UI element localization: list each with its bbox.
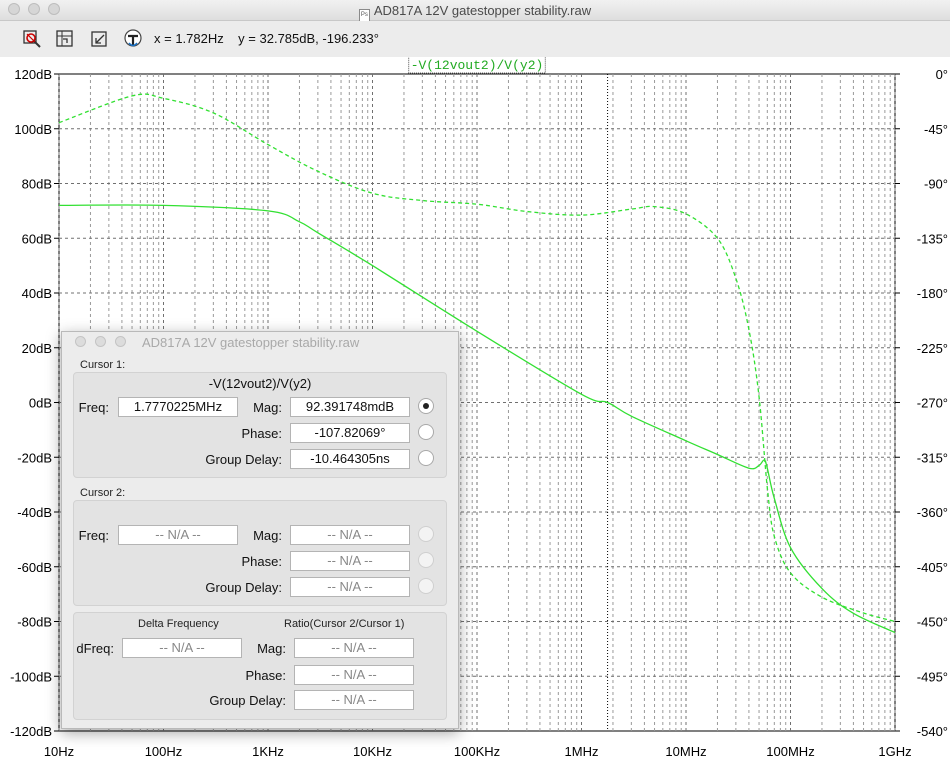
y-tick-label-left: -80dB (17, 615, 52, 630)
y-tick-label-right: -360° (917, 505, 948, 520)
toolbar: x = 1.782Hz y = 32.785dB, -196.233° (0, 21, 950, 57)
cursor1-phase-field[interactable]: -107.82069° (290, 423, 410, 443)
dialog-minimize-button[interactable] (95, 336, 106, 347)
x-tick-label: 1KHz (252, 744, 284, 759)
y-tick-label-right: -315° (917, 450, 948, 465)
cursor-readout: x = 1.782Hz y = 32.785dB, -196.233° (154, 31, 379, 46)
cursor1-group-delay-field[interactable]: -10.464305ns (290, 449, 410, 469)
cursor2-phase-label: Phase: (241, 554, 282, 569)
x-tick-label: 10MHz (665, 744, 706, 759)
y-tick-label-right: 0° (936, 67, 948, 82)
y-tick-label-left: -20dB (17, 450, 52, 465)
x-tick-label: 100Hz (145, 744, 183, 759)
y-tick-label-left: 0dB (29, 396, 52, 411)
x-tick-label: 100KHz (454, 744, 500, 759)
delta-frequency-header: Delta Frequency (138, 618, 219, 630)
y-tick-label-right: -225° (917, 341, 948, 356)
y-tick-label-left: 60dB (22, 231, 52, 246)
x-tick-label: 10Hz (44, 744, 74, 759)
y-tick-label-left: -100dB (10, 669, 52, 684)
y-tick-label-left: 20dB (22, 341, 52, 356)
cursor1-mag-field[interactable]: 92.391748mdB (290, 397, 410, 417)
cursor2-group-delay-radio[interactable] (418, 578, 434, 594)
cursor1-label: Cursor 1: (80, 359, 126, 371)
x-tick-label: 1GHz (878, 744, 911, 759)
cursor1-group-delay-radio[interactable] (418, 450, 434, 466)
ratio-mag-label: Mag: (257, 641, 286, 656)
y-tick-label-right: -540° (917, 724, 948, 739)
zoom-box-icon[interactable] (54, 28, 76, 50)
x-tick-label: 100MHz (766, 744, 814, 759)
y-tick-label-right: -180° (917, 286, 948, 301)
cursor1-freq-label: Freq: (78, 400, 109, 415)
cursor2-mag-label: Mag: (253, 528, 282, 543)
y-tick-label-right: -90° (924, 177, 948, 192)
cursor-dialog: AD817A 12V gatestopper stability.raw Cur… (61, 331, 459, 729)
dialog-close-button[interactable] (75, 336, 86, 347)
y-tick-label-left: -40dB (17, 505, 52, 520)
y-tick-label-left: 80dB (22, 177, 52, 192)
zoom-back-icon[interactable] (88, 28, 110, 50)
window-title-text: AD817A 12V gatestopper stability.raw (373, 3, 592, 18)
dfreq-label: dFreq: (76, 641, 114, 656)
cursor1-group-delay-label: Group Delay: (205, 452, 282, 467)
y-tick-label-left: 120dB (14, 67, 52, 82)
ratio-group-delay-label: Group Delay: (209, 693, 286, 708)
cursor1-mag-label: Mag: (253, 400, 282, 415)
cursor1-phase-label: Phase: (241, 426, 282, 441)
cursor1-freq-field[interactable]: 1.7770225MHz (118, 397, 238, 417)
cursor2-mag-radio[interactable] (418, 526, 434, 542)
cursor2-label: Cursor 2: (80, 487, 126, 499)
cursor2-freq-field[interactable]: -- N/A -- (118, 525, 238, 545)
x-tick-label: 1MHz (565, 744, 599, 759)
ratio-phase-label: Phase: (245, 668, 286, 683)
autorange-icon[interactable] (21, 28, 43, 50)
probe-icon[interactable] (122, 28, 144, 50)
y-tick-label-left: 40dB (22, 286, 52, 301)
ratio-phase-field[interactable]: -- N/A -- (294, 665, 414, 685)
cursor2-phase-radio[interactable] (418, 552, 434, 568)
y-tick-label-right: -270° (917, 396, 948, 411)
y-tick-label-right: -495° (917, 669, 948, 684)
ratio-mag-field[interactable]: -- N/A -- (294, 638, 414, 658)
cursor1-phase-radio[interactable] (418, 424, 434, 440)
window-title: Ps AD817A 12V gatestopper stability.raw (0, 3, 950, 22)
dialog-titlebar[interactable]: AD817A 12V gatestopper stability.raw (62, 332, 458, 352)
cursor1-mag-radio[interactable] (418, 398, 434, 414)
y-tick-label-right: -405° (917, 560, 948, 575)
cursor2-mag-field[interactable]: -- N/A -- (290, 525, 410, 545)
y-tick-label-right: -45° (924, 122, 948, 137)
cursor2-freq-label: Freq: (78, 528, 109, 543)
y-tick-label-right: -450° (917, 615, 948, 630)
trace-label: -V(12vout2)/V(y2) (411, 58, 544, 73)
dialog-title: AD817A 12V gatestopper stability.raw (142, 335, 360, 350)
cursor2-group-delay-field[interactable]: -- N/A -- (290, 577, 410, 597)
y-tick-label-right: -135° (917, 231, 948, 246)
dialog-zoom-button[interactable] (115, 336, 126, 347)
ratio-group-delay-field[interactable]: -- N/A -- (294, 690, 414, 710)
window-titlebar: Ps AD817A 12V gatestopper stability.raw (0, 0, 950, 22)
cursor2-phase-field[interactable]: -- N/A -- (290, 551, 410, 571)
cursor2-group-delay-label: Group Delay: (205, 580, 282, 595)
y-tick-label-left: 100dB (14, 122, 52, 137)
ratio-header: Ratio(Cursor 2/Cursor 1) (284, 618, 405, 630)
y-tick-label-left: -60dB (17, 560, 52, 575)
y-tick-label-left: -120dB (10, 724, 52, 739)
dfreq-field[interactable]: -- N/A -- (122, 638, 242, 658)
x-tick-label: 10KHz (353, 744, 392, 759)
cursor1-trace-name: -V(12vout2)/V(y2) (208, 376, 312, 391)
